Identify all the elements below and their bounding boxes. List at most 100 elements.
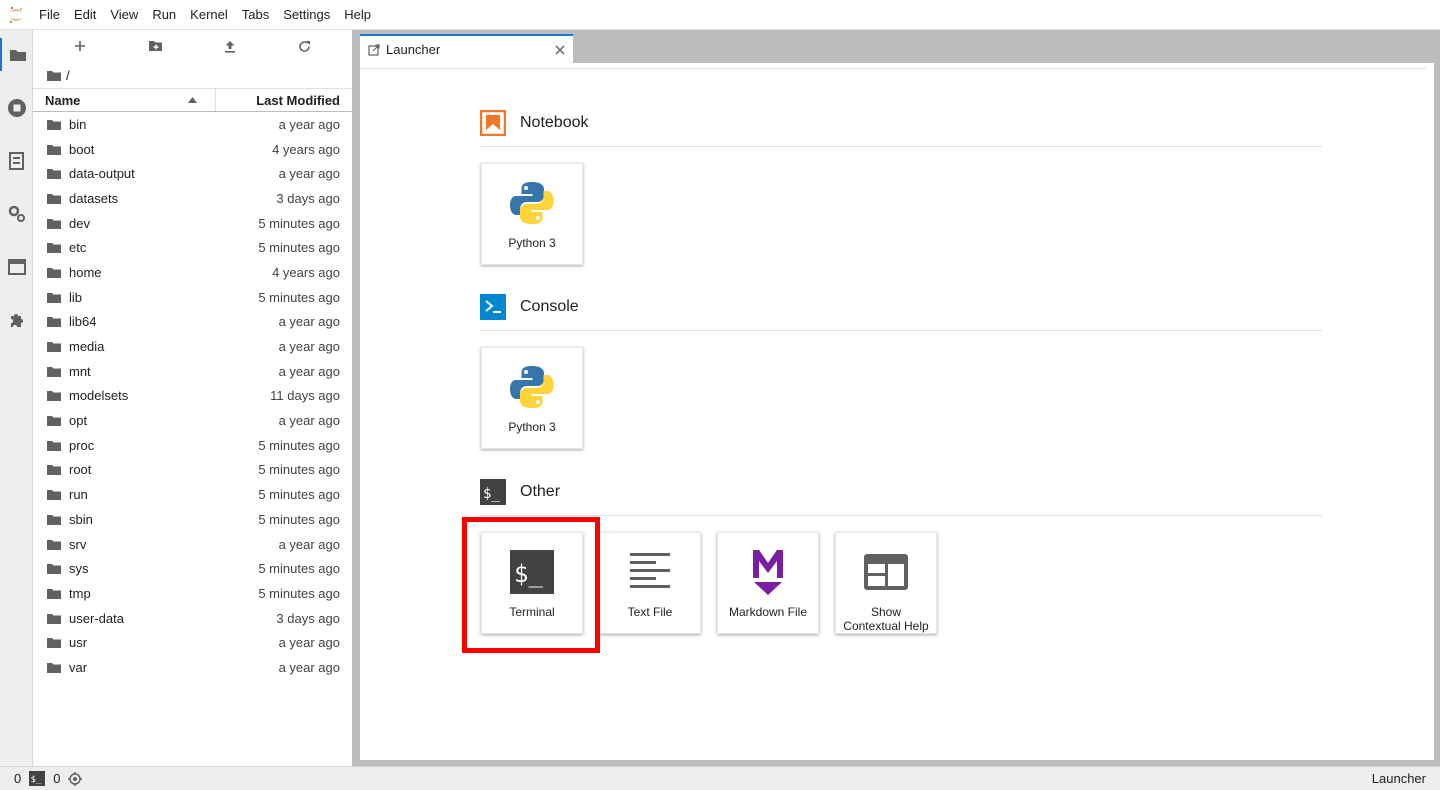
file-name: proc <box>69 437 95 453</box>
file-row[interactable]: media a year ago <box>33 334 352 359</box>
file-row[interactable]: data-output a year ago <box>33 161 352 186</box>
menu-view[interactable]: View <box>103 0 145 30</box>
menu-run[interactable]: Run <box>145 0 183 30</box>
file-name: etc <box>69 240 87 256</box>
command-palette-tab[interactable] <box>0 144 33 177</box>
folder-icon[interactable] <box>47 70 61 81</box>
terminal-count[interactable]: 0 <box>53 771 60 786</box>
notebook-python3-card[interactable]: Python 3 <box>481 163 583 265</box>
open-tabs-tab[interactable] <box>0 250 33 283</box>
gears-icon <box>8 205 25 222</box>
running-kernels-tab[interactable] <box>0 91 33 124</box>
jupyter-logo-icon <box>0 0 32 30</box>
folder-icon <box>33 316 69 328</box>
launcher-section-notebook: Notebook Python 3 <box>480 108 1322 265</box>
activity-bar <box>0 30 33 766</box>
file-browser-toolbar <box>33 30 352 62</box>
new-folder-button[interactable] <box>135 34 175 58</box>
file-modified: a year ago <box>278 363 340 379</box>
upload-button[interactable] <box>210 34 250 58</box>
file-name: sys <box>69 561 89 577</box>
file-row[interactable]: etc 5 minutes ago <box>33 235 352 260</box>
file-modified: 5 minutes ago <box>258 289 340 305</box>
property-inspector-tab[interactable] <box>0 197 33 230</box>
column-header-name[interactable]: Name <box>33 89 216 111</box>
file-row[interactable]: sys 5 minutes ago <box>33 556 352 581</box>
file-name: data-output <box>69 166 135 182</box>
folder-icon <box>33 613 69 624</box>
svg-text:$_: $_ <box>514 560 543 588</box>
file-row[interactable]: opt a year ago <box>33 408 352 433</box>
file-row[interactable]: datasets 3 days ago <box>33 186 352 211</box>
notebook-icon <box>480 110 506 136</box>
new-launcher-button[interactable] <box>60 34 100 58</box>
file-row[interactable]: dev 5 minutes ago <box>33 211 352 236</box>
file-modified: 4 years ago <box>272 141 340 157</box>
stop-circle-icon <box>7 98 26 117</box>
folder-icon <box>33 366 69 377</box>
file-row[interactable]: user-data 3 days ago <box>33 606 352 631</box>
file-modified: a year ago <box>278 166 340 182</box>
file-modified: a year ago <box>278 635 340 651</box>
upload-icon <box>224 40 235 53</box>
file-row[interactable]: mnt a year ago <box>33 359 352 384</box>
sort-ascending-icon <box>188 97 197 103</box>
section-title-console: Console <box>520 298 579 315</box>
file-modified: a year ago <box>278 536 340 552</box>
file-row[interactable]: srv a year ago <box>33 532 352 557</box>
folder-icon <box>33 168 69 180</box>
contextual-help-card[interactable]: Show Contextual Help <box>835 532 937 634</box>
file-row[interactable]: lib 5 minutes ago <box>33 285 352 310</box>
menu-edit[interactable]: Edit <box>67 0 103 30</box>
svg-text:$_: $_ <box>483 486 500 502</box>
menu-settings[interactable]: Settings <box>276 0 337 30</box>
file-name: dev <box>69 215 90 231</box>
plus-icon <box>75 41 86 51</box>
file-row[interactable]: run 5 minutes ago <box>33 482 352 507</box>
markdown-file-card[interactable]: Markdown File <box>717 532 819 634</box>
column-header-modified[interactable]: Last Modified <box>216 89 352 111</box>
text-file-card[interactable]: Text File <box>599 532 701 634</box>
folder-icon <box>33 415 69 427</box>
file-modified: a year ago <box>278 339 340 355</box>
file-row[interactable]: boot 4 years ago <box>33 137 352 162</box>
close-icon[interactable] <box>555 45 565 55</box>
file-modified: a year ago <box>278 116 340 132</box>
card-label: Text File <box>627 605 673 619</box>
file-row[interactable]: home 4 years ago <box>33 260 352 285</box>
folder-icon <box>33 119 69 130</box>
file-name: root <box>69 462 92 478</box>
file-row[interactable]: bin a year ago <box>33 112 352 137</box>
file-name: home <box>69 264 102 280</box>
menu-kernel[interactable]: Kernel <box>183 0 235 30</box>
tab-launcher[interactable]: Launcher <box>360 34 573 63</box>
file-browser: / Name Last Modified bin a year ago boot 4 … <box>33 30 352 766</box>
file-row[interactable]: proc 5 minutes ago <box>33 433 352 458</box>
file-row[interactable]: usr a year ago <box>33 630 352 655</box>
tabs-icon <box>7 258 26 275</box>
markdown-icon <box>753 550 783 595</box>
refresh-button[interactable] <box>285 34 325 58</box>
kernel-count[interactable]: 0 <box>14 771 21 786</box>
breadcrumb-root[interactable]: / <box>66 68 70 83</box>
file-browser-tab[interactable] <box>0 38 33 71</box>
terminal-card[interactable]: $_ Terminal <box>481 532 583 634</box>
card-label: Python 3 <box>508 420 556 434</box>
menu-tabs[interactable]: Tabs <box>235 0 276 30</box>
file-row[interactable]: modelsets 11 days ago <box>33 384 352 409</box>
menu-file[interactable]: File <box>32 0 67 30</box>
file-row[interactable]: lib64 a year ago <box>33 310 352 335</box>
kernel-status-icon[interactable] <box>68 771 83 786</box>
file-row[interactable]: root 5 minutes ago <box>33 458 352 483</box>
extensions-tab[interactable] <box>0 303 33 336</box>
console-python3-card[interactable]: Python 3 <box>481 347 583 449</box>
file-row[interactable]: tmp 5 minutes ago <box>33 581 352 606</box>
file-modified: 5 minutes ago <box>258 462 340 478</box>
file-name: lib64 <box>69 314 97 330</box>
file-name: opt <box>69 413 88 429</box>
file-modified: 4 years ago <box>272 264 340 280</box>
menu-help[interactable]: Help <box>337 0 378 30</box>
new-folder-icon <box>148 41 162 51</box>
file-row[interactable]: sbin 5 minutes ago <box>33 507 352 532</box>
file-row[interactable]: var a year ago <box>33 655 352 680</box>
